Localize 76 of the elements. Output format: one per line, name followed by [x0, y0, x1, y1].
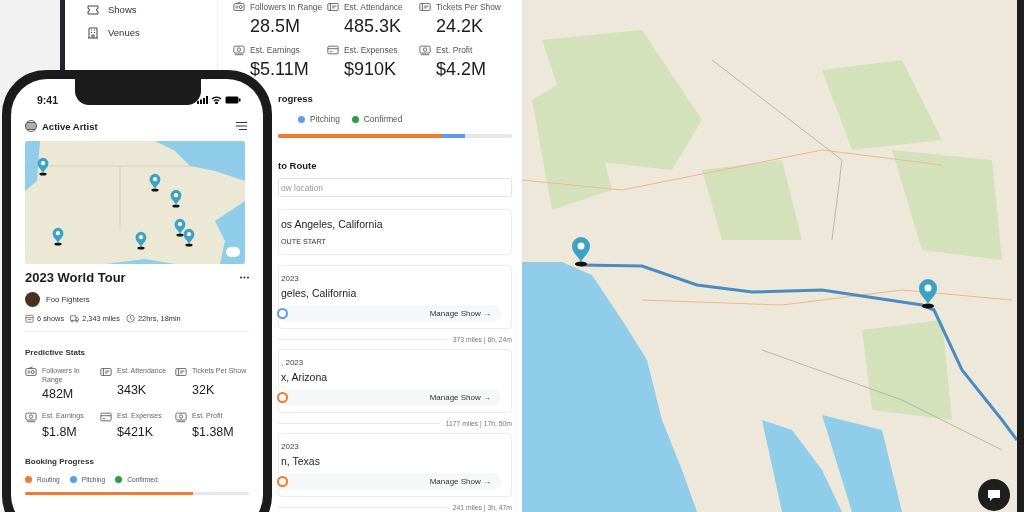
- stat-value: 485.3K: [344, 16, 403, 37]
- menu-icon[interactable]: [236, 122, 247, 130]
- stat-label: Tickets Per Show: [436, 2, 501, 12]
- show-date: 2023: [281, 442, 300, 451]
- section-heading: Booking Progress: [25, 456, 95, 466]
- ticket-icon: [87, 3, 99, 16]
- signal-icon: [197, 96, 208, 104]
- manage-show-link[interactable]: Manage Show →: [429, 309, 491, 318]
- radio-icon: [233, 1, 245, 13]
- calendar-icon: [25, 314, 34, 323]
- money-icon: [419, 44, 431, 56]
- card-icon: [100, 410, 112, 423]
- section-heading: rogress: [278, 93, 314, 104]
- map-pin-icon[interactable]: [174, 218, 186, 237]
- ticket-icon: [100, 366, 112, 378]
- card-icon: [327, 44, 339, 56]
- map-pin-icon[interactable]: [149, 173, 161, 192]
- map-pin-icon[interactable]: [183, 228, 195, 247]
- chat-button[interactable]: [978, 479, 1010, 511]
- stat-value: $1.38M: [192, 424, 235, 439]
- stat-value: 28.5M: [250, 16, 302, 37]
- city-name: n, Texas: [281, 455, 321, 467]
- status-time: 9:41: [37, 94, 58, 106]
- stat-value: 343K: [117, 383, 148, 400]
- show-date: , 2023: [281, 358, 305, 367]
- legend-label: Confirmed: [363, 114, 403, 124]
- stat-value: $421K: [117, 424, 155, 439]
- map-pin-icon[interactable]: [572, 237, 590, 267]
- map-pin-icon[interactable]: [919, 279, 937, 309]
- legend-label: Pitching: [310, 114, 340, 124]
- map-pin-icon[interactable]: [170, 189, 182, 208]
- city-name: geles, California: [281, 287, 358, 299]
- stat-value: $5.11M: [250, 59, 310, 80]
- chat-icon: [987, 488, 1001, 502]
- section-heading: Predictive Stats: [25, 348, 87, 357]
- location-field[interactable]: ow location: [278, 178, 512, 197]
- stat-label: Est. Profit: [436, 45, 473, 55]
- stat-label: Est. Expenses: [344, 45, 398, 55]
- stat-value: 32K: [192, 383, 216, 400]
- map-pin-icon[interactable]: [135, 231, 147, 250]
- truck-icon: [70, 314, 80, 323]
- stat-value: 482M: [42, 386, 75, 401]
- clock-icon: [125, 314, 135, 323]
- money-icon: [233, 44, 245, 56]
- stat-value: $1.8M: [42, 424, 78, 439]
- map-pin-icon[interactable]: [52, 227, 64, 246]
- building-icon: [87, 26, 99, 39]
- radio-icon: [25, 366, 37, 378]
- stat-label: Followers In Range: [250, 2, 323, 12]
- show-date: 2023: [281, 274, 300, 283]
- stat-label: Est. Earnings: [250, 45, 300, 55]
- sidebar-item[interactable]: Venues: [108, 27, 140, 38]
- ticket-icon: [175, 366, 187, 378]
- battery-icon: [225, 96, 241, 104]
- section-heading: to Route: [278, 160, 318, 171]
- city-name: x, Arizona: [281, 371, 329, 383]
- ticket-icon: [327, 1, 339, 13]
- avatar: [25, 292, 40, 307]
- stat-value: $910K: [344, 59, 398, 80]
- app-title: Active Artist: [42, 120, 98, 132]
- money-icon: [175, 410, 187, 423]
- tour-title: 2023 World Tour: [25, 270, 126, 285]
- city-name: os Angeles, California: [281, 218, 384, 230]
- manage-show-link[interactable]: Manage Show →: [429, 477, 491, 486]
- sidebar-item[interactable]: Shows: [108, 4, 137, 15]
- money-icon: [25, 410, 37, 423]
- wifi-icon: [211, 96, 222, 104]
- stat-value: 24.2K: [436, 16, 485, 37]
- ticket-icon: [419, 1, 431, 13]
- manage-show-link[interactable]: Manage Show →: [429, 393, 491, 402]
- map-pin-icon[interactable]: [37, 157, 49, 176]
- stat-label: Est. Attendance: [344, 2, 403, 12]
- toggle-icon[interactable]: [226, 247, 240, 257]
- globe-logo-icon: [25, 120, 37, 132]
- stat-value: $4.2M: [436, 59, 488, 80]
- more-icon[interactable]: [240, 276, 249, 279]
